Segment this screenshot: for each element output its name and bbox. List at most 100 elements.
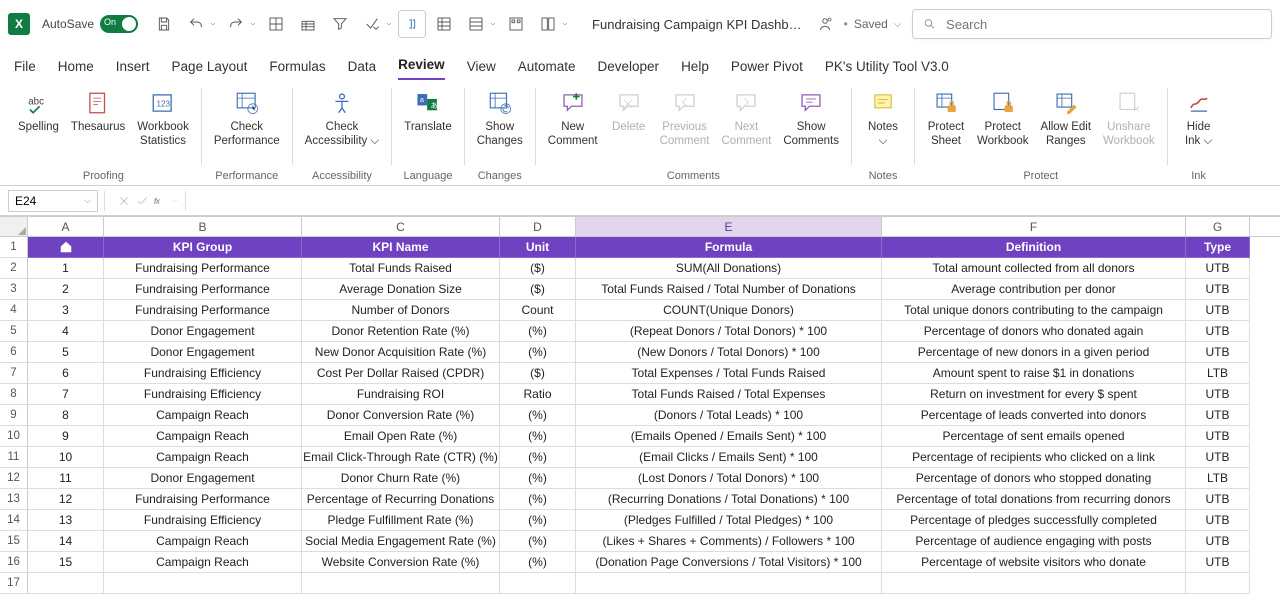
cell[interactable]: UTB [1186, 279, 1250, 300]
cell[interactable]: Amount spent to raise $1 in donations [882, 363, 1186, 384]
cell[interactable]: 4 [28, 321, 104, 342]
thesaurus-button[interactable]: Thesaurus [65, 84, 131, 134]
row-header[interactable]: 11 [0, 447, 28, 468]
cell[interactable]: 2 [28, 279, 104, 300]
show-comments-button[interactable]: Show Comments [777, 84, 845, 149]
cell[interactable]: (%) [500, 426, 576, 447]
cell[interactable]: UTB [1186, 531, 1250, 552]
row-header[interactable]: 1 [0, 237, 28, 258]
cell[interactable] [302, 573, 500, 594]
qat-icon-1[interactable] [262, 10, 290, 38]
cell[interactable]: Percentage of new donors in a given peri… [882, 342, 1186, 363]
redo-dropdown-icon[interactable] [248, 10, 258, 38]
cell[interactable]: Fundraising Efficiency [104, 384, 302, 405]
cell[interactable]: Average contribution per donor [882, 279, 1186, 300]
redo-icon[interactable] [222, 10, 250, 38]
cell[interactable]: Percentage of leads converted into donor… [882, 405, 1186, 426]
cell[interactable]: Definition [882, 237, 1186, 258]
translate-button[interactable]: aあTranslate [398, 84, 458, 134]
cell[interactable]: Donor Engagement [104, 468, 302, 489]
row-header[interactable]: 10 [0, 426, 28, 447]
cell[interactable]: SUM(All Donations) [576, 258, 882, 279]
column-header-E[interactable]: E [576, 217, 882, 236]
tab-formulas[interactable]: Formulas [269, 59, 325, 80]
qat-icon-8[interactable] [502, 10, 530, 38]
new-comment-button[interactable]: New Comment [542, 84, 604, 149]
cell[interactable]: (%) [500, 510, 576, 531]
qat-icon-6[interactable] [430, 10, 458, 38]
cell[interactable] [1186, 573, 1250, 594]
cell[interactable]: ($) [500, 258, 576, 279]
cell[interactable]: Total Expenses / Total Funds Raised [576, 363, 882, 384]
row-header[interactable]: 9 [0, 405, 28, 426]
cell[interactable]: 9 [28, 426, 104, 447]
cell[interactable]: Total Funds Raised [302, 258, 500, 279]
cell[interactable]: Percentage of website visitors who donat… [882, 552, 1186, 573]
cell[interactable]: Formula [576, 237, 882, 258]
cell[interactable]: (%) [500, 405, 576, 426]
cell[interactable]: Pledge Fulfillment Rate (%) [302, 510, 500, 531]
cell[interactable]: Donor Retention Rate (%) [302, 321, 500, 342]
cell[interactable]: Percentage of recipients who clicked on … [882, 447, 1186, 468]
cell[interactable]: Number of Donors [302, 300, 500, 321]
cell[interactable]: Campaign Reach [104, 552, 302, 573]
cell[interactable]: UTB [1186, 510, 1250, 531]
cell[interactable]: (Donation Page Conversions / Total Visit… [576, 552, 882, 573]
tab-page-layout[interactable]: Page Layout [172, 59, 248, 80]
cell[interactable]: (Donors / Total Leads) * 100 [576, 405, 882, 426]
cell[interactable]: (Likes + Shares + Comments) / Followers … [576, 531, 882, 552]
formula-input[interactable] [198, 190, 1280, 212]
qat-dropdown2-icon[interactable] [488, 10, 498, 38]
cell[interactable]: 8 [28, 405, 104, 426]
cell[interactable]: Campaign Reach [104, 405, 302, 426]
hide-ink-button[interactable]: Hide Ink ⌵ [1174, 84, 1224, 149]
qat-icon-9[interactable] [534, 10, 562, 38]
spelling-button[interactable]: abcSpelling [12, 84, 65, 134]
cell[interactable]: UTB [1186, 405, 1250, 426]
document-title[interactable]: Fundraising Campaign KPI Dashb… [592, 17, 802, 32]
cell[interactable]: Percentage of donors who donated again [882, 321, 1186, 342]
fx-dropdown-icon[interactable] [171, 197, 179, 205]
cell[interactable]: 12 [28, 489, 104, 510]
cell[interactable]: Percentage of total donations from recur… [882, 489, 1186, 510]
cell[interactable]: Percentage of Recurring Donations [302, 489, 500, 510]
qat-icon-4[interactable] [358, 10, 386, 38]
cell[interactable]: Campaign Reach [104, 447, 302, 468]
tab-home[interactable]: Home [58, 59, 94, 80]
cell[interactable]: 10 [28, 447, 104, 468]
cell[interactable]: UTB [1186, 552, 1250, 573]
allow-edit-ranges-button[interactable]: Allow Edit Ranges [1035, 84, 1098, 149]
cell[interactable]: Donor Engagement [104, 321, 302, 342]
cell[interactable]: (Email Clicks / Emails Sent) * 100 [576, 447, 882, 468]
cell[interactable]: UTB [1186, 342, 1250, 363]
row-header[interactable]: 5 [0, 321, 28, 342]
cell[interactable]: Fundraising Performance [104, 258, 302, 279]
cell[interactable]: Average Donation Size [302, 279, 500, 300]
cell[interactable]: (%) [500, 447, 576, 468]
cell[interactable]: Fundraising Performance [104, 300, 302, 321]
column-header-C[interactable]: C [302, 217, 500, 236]
column-header-D[interactable]: D [500, 217, 576, 236]
cell[interactable]: UTB [1186, 258, 1250, 279]
cell[interactable] [882, 573, 1186, 594]
cell[interactable]: (%) [500, 342, 576, 363]
row-header[interactable]: 16 [0, 552, 28, 573]
cell[interactable]: (Recurring Donations / Total Donations) … [576, 489, 882, 510]
cell[interactable]: Email Open Rate (%) [302, 426, 500, 447]
cell[interactable]: Percentage of sent emails opened [882, 426, 1186, 447]
cell[interactable]: Total Funds Raised / Total Expenses [576, 384, 882, 405]
qat-icon-5[interactable] [398, 10, 426, 38]
qat-icon-7[interactable] [462, 10, 490, 38]
cell[interactable]: (%) [500, 489, 576, 510]
spreadsheet-grid[interactable]: ABCDEFG 1KPI GroupKPI NameUnitFormulaDef… [0, 216, 1280, 594]
check-performance-button[interactable]: Check Performance [208, 84, 286, 149]
cell[interactable]: Type [1186, 237, 1250, 258]
column-header-G[interactable]: G [1186, 217, 1250, 236]
row-header[interactable]: 3 [0, 279, 28, 300]
save-icon[interactable] [150, 10, 178, 38]
cell[interactable]: KPI Name [302, 237, 500, 258]
cell[interactable]: 15 [28, 552, 104, 573]
cell[interactable]: Return on investment for every $ spent [882, 384, 1186, 405]
cell[interactable]: ($) [500, 363, 576, 384]
cell[interactable]: Total unique donors contributing to the … [882, 300, 1186, 321]
